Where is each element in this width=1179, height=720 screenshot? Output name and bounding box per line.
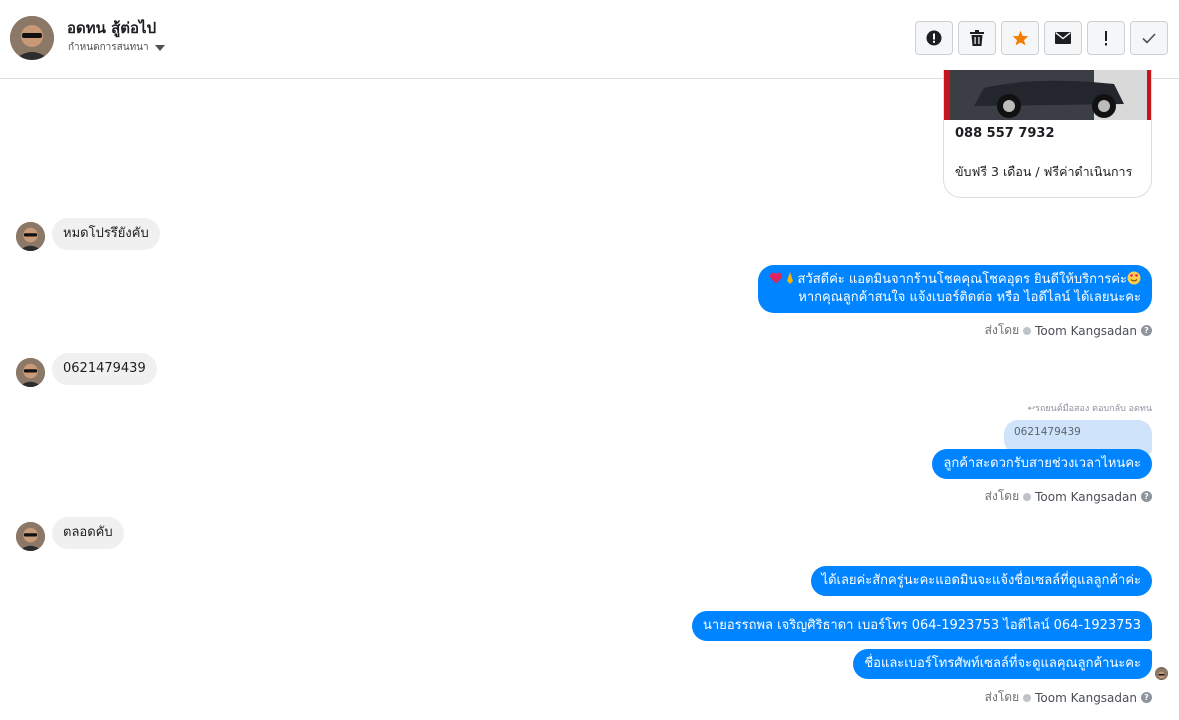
outgoing-message-text: สวัสดีค่ะ แอดมินจากร้านโชคคุณโชคอุดร ยิน… [797,272,1127,287]
reply-note: ↩รถยนต์มือสอง ตอบกลับ อดทน [1028,401,1152,415]
sent-by-info: ส่งโดย Toom Kangsadan ? [985,487,1152,506]
outgoing-message-line: สวัสดีค่ะ แอดมินจากร้านโชคคุณโชคอุดร ยิน… [769,271,1141,289]
contact-name[interactable]: อดทน สู้ต่อไป [67,16,156,40]
contact-avatar[interactable] [10,16,54,60]
help-icon[interactable]: ? [1141,491,1152,502]
sent-by-agent[interactable]: Toom Kangsadan [1035,324,1137,338]
verified-icon [1023,326,1032,335]
outgoing-message-line: หากคุณลูกค้าสนใจ แจ้งเบอร์ติดต่อ หรือ ไอ… [798,290,1141,305]
incoming-message: 0621479439 [52,353,157,385]
help-icon[interactable]: ? [1141,692,1152,703]
conversation-toolbar [915,21,1168,55]
sent-by-agent[interactable]: Toom Kangsadan [1035,490,1137,504]
outgoing-message: สวัสดีค่ะ แอดมินจากร้านโชคคุณโชคอุดร ยิน… [758,265,1152,313]
sender-avatar[interactable] [16,358,45,387]
mark-done-button[interactable] [1130,21,1168,55]
important-button[interactable] [1087,21,1125,55]
star-button[interactable] [1001,21,1039,55]
pray-icon [783,271,797,285]
sent-by-info: ส่งโดย Toom Kangsadan ? [985,688,1152,707]
sent-by-label: ส่งโดย [984,690,1020,704]
card-description: ขับฟรี 3 เดือน / ฟรีค่าดำเนินการ [955,164,1133,179]
report-button[interactable] [915,21,953,55]
sent-by-info: ส่งโดย Toom Kangsadan ? [985,321,1152,340]
sender-avatar[interactable] [16,222,45,251]
car-image [944,70,1151,120]
conversation-schedule-label: กำหนดการสนทนา [68,42,149,53]
sent-by-agent[interactable]: Toom Kangsadan [1035,691,1137,705]
outgoing-message: ชื่อและเบอร์โทรศัพท์เซลล์ที่จะดูแลคุณลูก… [853,649,1152,679]
conversation-header: อดทน สู้ต่อไป กำหนดการสนทนา [0,0,1179,79]
delete-button[interactable] [958,21,996,55]
verified-icon [1023,492,1032,501]
reply-arrow-icon: ↩ [1027,404,1036,414]
reply-note-text: รถยนต์มือสอง ตอบกลับ อดทน [1035,404,1152,414]
card-phone: 088 557 7932 [955,126,1055,141]
sent-by-label: ส่งโดย [984,323,1020,337]
sent-by-label: ส่งโดย [984,489,1020,503]
mark-unread-button[interactable] [1044,21,1082,55]
heart-eyes-icon [1127,271,1141,285]
sender-avatar[interactable] [16,522,45,551]
star-icon [1012,30,1028,46]
important-icon [1105,30,1107,45]
incoming-message: ตลอดคับ [52,517,124,549]
outgoing-message: นายอรรถพล เจริญศิริธาดา เบอร์โทร 064-192… [692,611,1152,641]
trash-icon [970,30,984,46]
conversation-schedule-dropdown[interactable]: กำหนดการสนทนา [68,40,165,55]
verified-icon [1023,693,1032,702]
outgoing-message: ลูกค้าสะดวกรับสายช่วงเวลาไหนคะ [932,449,1152,479]
heart-icon [769,271,783,285]
help-icon[interactable]: ? [1141,325,1152,336]
mail-icon [1055,32,1071,44]
incoming-message: หมดโปรรึยังคับ [52,218,160,250]
chevron-down-icon [154,44,165,51]
seen-avatar [1155,667,1168,680]
check-icon [1142,32,1156,44]
report-icon [926,30,942,46]
shared-ad-card[interactable]: 088 557 7932 ขับฟรี 3 เดือน / ฟรีค่าดำเน… [943,70,1152,198]
outgoing-message: ได้เลยค่ะสักครู่นะคะแอดมินจะแจ้งชื่อเซลล… [810,566,1152,596]
